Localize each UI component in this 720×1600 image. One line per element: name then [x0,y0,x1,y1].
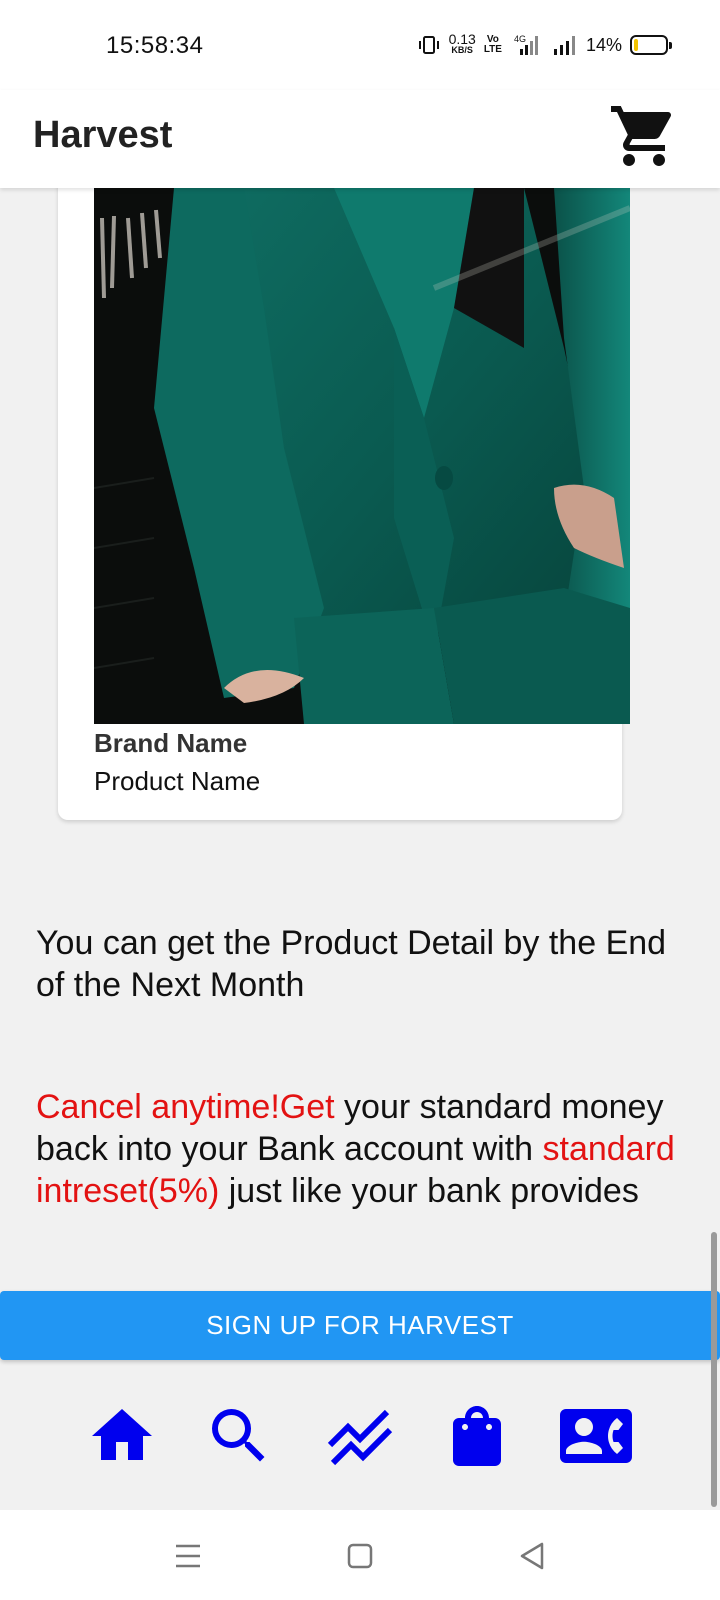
home-system-button[interactable] [340,1536,380,1576]
square-icon [347,1543,373,1569]
home-icon [92,1409,152,1460]
delivery-info-text: You can get the Product Detail by the En… [36,924,667,1004]
battery-percent: 14% [585,34,622,55]
signal-4g-icon: 4G [514,34,538,55]
recent-apps-button[interactable] [168,1536,208,1576]
app-title: Harvest [33,114,173,156]
search-icon [212,1409,265,1462]
signup-button[interactable]: SIGN UP FOR HARVEST [0,1291,720,1360]
nav-trending[interactable] [324,1400,396,1472]
product-image[interactable] [94,188,630,724]
network-speed: 0.13 KB/S [448,31,476,56]
volte-indicator: Vo LTE [484,35,502,55]
bottom-nav [0,1400,720,1490]
cancel-highlight: Cancel anytime!Get [36,1088,335,1126]
status-time: 15:58:34 [106,32,204,59]
back-system-button[interactable] [512,1536,552,1576]
vibrate-icon [418,36,439,54]
product-photo [94,188,630,724]
scrollbar-thumb[interactable] [711,1232,717,1507]
cancel-text-part2: just like your bank provides [219,1172,639,1210]
battery-level [634,39,638,51]
nav-home[interactable] [86,1400,158,1472]
battery-icon [630,35,672,55]
back-triangle-icon [520,1542,544,1570]
trending-icon [327,1409,393,1466]
network-speed-unit: KB/S [451,45,473,55]
app-bar: Harvest [0,90,720,188]
contact-phone-icon [560,1409,632,1463]
status-icons: 0.13 KB/S Vo LTE 4G 14% [417,30,672,60]
volte-bottom: LTE [483,44,502,55]
network-speed-value: 0.13 [448,31,476,47]
signal-icon [553,36,575,55]
shopping-cart-icon [611,106,672,166]
status-bar: 15:58:34 0.13 KB/S Vo LTE 4G 14% [0,0,720,90]
menu-icon [176,1544,200,1568]
network-type: 4G [514,34,526,44]
system-nav-bar [0,1510,720,1600]
nav-search[interactable] [203,1400,275,1472]
cancel-info-text: Cancel anytime!Get your standard money b… [36,1086,686,1212]
brand-name: Brand Name [94,728,248,758]
product-name: Product Name [94,766,261,796]
nav-contact[interactable] [560,1400,632,1472]
cart-button[interactable] [608,100,680,172]
nav-shop[interactable] [441,1400,513,1472]
shopping-bag-icon [453,1406,501,1466]
